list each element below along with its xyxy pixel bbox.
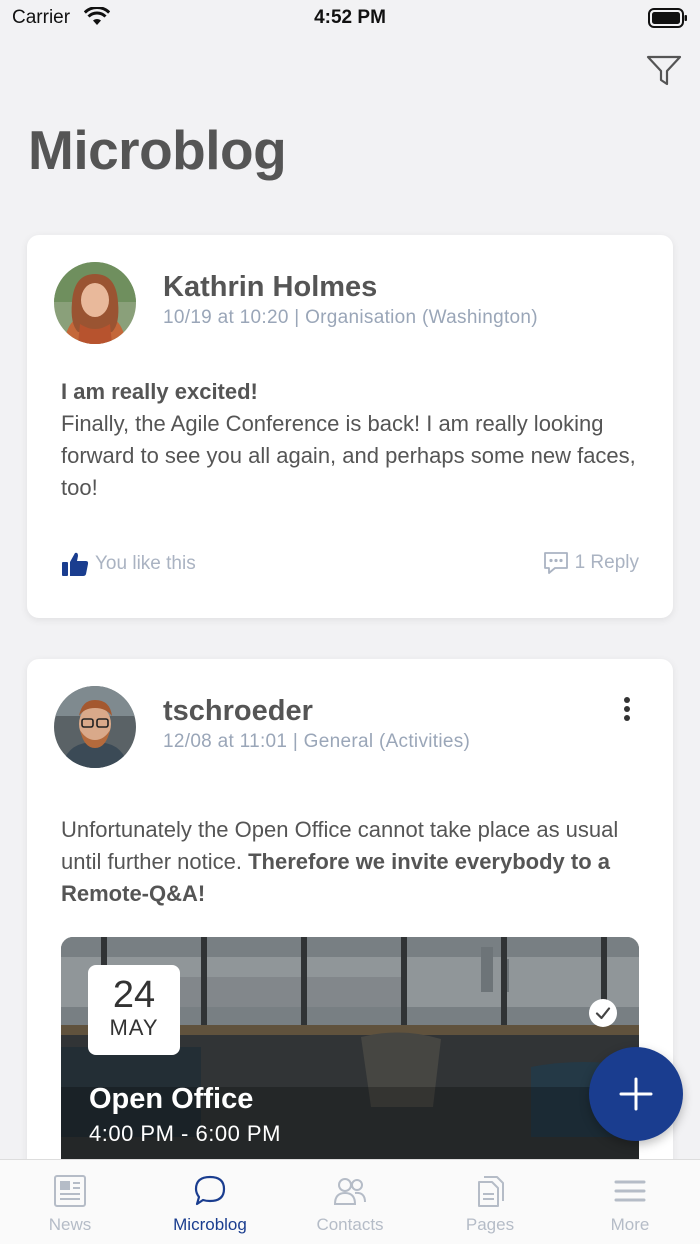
thumbs-up-icon	[62, 552, 89, 576]
tab-label: Pages	[465, 1215, 515, 1234]
more-options-icon[interactable]	[617, 694, 637, 728]
tab-microblog[interactable]: Microblog	[140, 1160, 280, 1244]
event-card[interactable]: 24 MAY Open Office 4:00 PM - 6:00 PM	[61, 937, 639, 1179]
tab-label: Microblog	[173, 1215, 247, 1234]
chat-icon	[194, 1175, 226, 1206]
tab-label: More	[610, 1215, 650, 1234]
event-time: 4:00 PM - 6:00 PM	[89, 1121, 281, 1146]
clock: 4:52 PM	[314, 7, 386, 28]
event-day: 24	[112, 974, 156, 1016]
page-title: Microblog	[28, 119, 287, 181]
author-name[interactable]: Kathrin Holmes	[163, 271, 377, 304]
menu-icon	[614, 1180, 646, 1202]
avatar[interactable]	[54, 686, 136, 768]
tab-contacts[interactable]: Contacts	[280, 1160, 420, 1244]
like-label: You like this	[95, 553, 196, 574]
post-headline: I am really excited!	[61, 379, 258, 404]
filter-icon[interactable]	[646, 54, 682, 88]
new-post-button[interactable]	[589, 1047, 683, 1141]
post-meta: 12/08 at 11:01 | General (Activities)	[163, 731, 471, 752]
post-body: Unfortunately the Open Office cannot tak…	[61, 814, 643, 910]
pages-icon	[478, 1176, 504, 1207]
post-text: Finally, the Agile Conference is back! I…	[61, 411, 636, 500]
tab-label: Contacts	[316, 1215, 384, 1234]
plus-icon	[619, 1077, 653, 1111]
event-month: MAY	[109, 1015, 159, 1040]
contacts-icon	[333, 1178, 366, 1205]
tab-bar: News Microblog Contacts Pages More	[0, 1159, 700, 1244]
avatar[interactable]	[54, 262, 136, 344]
event-title: Open Office	[89, 1083, 254, 1115]
reply-button[interactable]: 1 Reply	[543, 551, 639, 575]
event-date-badge: 24 MAY	[88, 965, 180, 1055]
post-card[interactable]: tschroeder 12/08 at 11:01 | General (Act…	[27, 659, 673, 1179]
post-card[interactable]: Kathrin Holmes 10/19 at 10:20 | Organisa…	[27, 235, 673, 618]
tab-news[interactable]: News	[0, 1160, 140, 1244]
like-button[interactable]: You like this	[61, 551, 196, 577]
tab-more[interactable]: More	[560, 1160, 700, 1244]
tab-pages[interactable]: Pages	[420, 1160, 560, 1244]
author-name[interactable]: tschroeder	[163, 695, 313, 728]
reply-count: 1 Reply	[574, 552, 639, 573]
post-meta: 10/19 at 10:20 | Organisation (Washingto…	[163, 307, 538, 328]
tab-label: News	[48, 1215, 92, 1234]
news-icon	[54, 1175, 86, 1207]
check-icon	[589, 999, 617, 1027]
post-body: I am really excited! Finally, the Agile …	[61, 376, 643, 504]
comment-icon	[543, 552, 568, 574]
battery-icon	[648, 8, 687, 28]
status-bar: Carrier 4:52 PM	[0, 0, 700, 38]
